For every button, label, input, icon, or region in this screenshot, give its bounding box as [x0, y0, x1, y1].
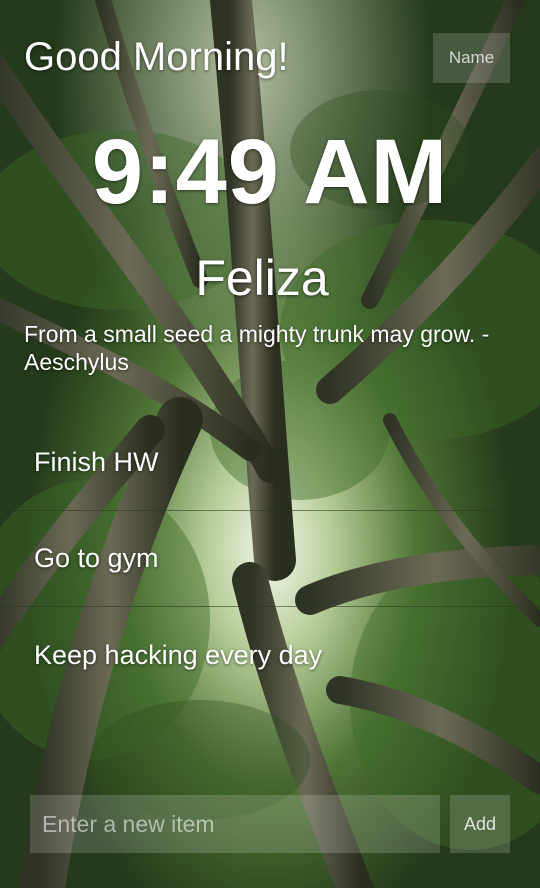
new-item-input[interactable] [30, 795, 440, 853]
name-button[interactable]: Name [433, 33, 510, 83]
add-item-button[interactable]: Add [450, 795, 510, 853]
todo-item-label: Keep hacking every day [34, 639, 323, 670]
todo-item[interactable]: Finish HW [0, 415, 540, 511]
todo-item[interactable]: Go to gym [0, 511, 540, 607]
todo-item-label: Go to gym [34, 543, 159, 573]
greeting-text: Good Morning! [24, 35, 289, 79]
user-name: Feliza [195, 250, 329, 306]
todo-item[interactable]: Keep hacking every day [0, 607, 540, 703]
todo-item-label: Finish HW [34, 447, 159, 477]
daily-quote: From a small seed a mighty trunk may gro… [24, 321, 490, 375]
todo-list: Finish HW Go to gym Keep hacking every d… [0, 415, 540, 703]
clock-time: 9:49 AM [91, 121, 449, 223]
